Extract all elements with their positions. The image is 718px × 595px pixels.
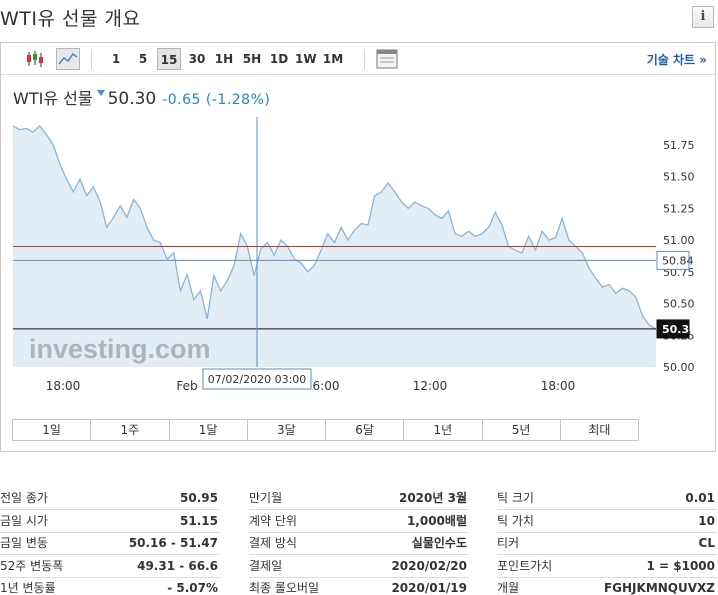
stat-row: 전일 종가 50.95 xyxy=(0,487,220,510)
stat-label: 최종 롤오버일 xyxy=(249,581,320,595)
stat-row: 금일 변동 50.16 - 51.47 xyxy=(0,532,220,556)
period-button-2[interactable]: 1달 xyxy=(169,420,248,440)
stat-label: 1년 변동률 xyxy=(0,581,56,595)
stat-label: 결제일 xyxy=(249,558,283,573)
stat-row: 1년 변동률 - 5.07% xyxy=(0,577,220,595)
stat-label: 전일 종가 xyxy=(0,491,48,505)
watermark-logo: investing.com xyxy=(29,334,211,364)
stat-value: 실물인수도 xyxy=(411,536,467,551)
stat-label: 52주 변동폭 xyxy=(0,558,64,573)
info-icon[interactable]: i xyxy=(692,6,714,28)
stat-row: 틱 크기 0.01 xyxy=(497,487,717,510)
stat-value: 2020/02/20 xyxy=(391,558,467,573)
stat-label: 틱 크기 xyxy=(497,491,534,505)
price-marker-label: 50.30 xyxy=(662,323,697,336)
stat-value: 2020년 3월 xyxy=(398,491,467,505)
stat-value: 2020/01/19 xyxy=(391,581,467,595)
stat-row: 결제일 2020/02/20 xyxy=(249,555,469,578)
x-tick-label: 12:00 xyxy=(413,379,448,393)
stat-row: 결제 방식 실물인수도 xyxy=(249,532,469,556)
stat-value: 1,000배럴 xyxy=(406,513,467,528)
stat-label: 틱 가치 xyxy=(497,513,534,528)
period-button-6[interactable]: 5년 xyxy=(482,420,561,440)
y-tick-label: 51.75 xyxy=(663,139,695,152)
stat-value: 50.95 xyxy=(180,491,218,505)
page-title: WTI유 선물 개요 xyxy=(0,8,141,30)
stat-value: 10 xyxy=(698,513,715,528)
stat-label: 티커 xyxy=(497,536,520,551)
stat-row: 만기월 2020년 3월 xyxy=(249,487,469,510)
stat-row: 틱 가치 10 xyxy=(497,510,717,533)
stat-value: CL xyxy=(698,536,715,551)
stat-row: 계약 단위 1,000배럴 xyxy=(249,510,469,533)
y-tick-label: 50.00 xyxy=(663,361,695,374)
period-button-7[interactable]: 최대 xyxy=(560,420,638,440)
stat-value: 51.15 xyxy=(180,513,218,528)
stat-row: 금일 시가 51.15 xyxy=(0,510,220,533)
stat-value: - 5.07% xyxy=(167,581,218,595)
stat-row: 개월 FGHJKMNQUVXZ xyxy=(497,577,717,595)
y-tick-label: 51.50 xyxy=(663,171,695,184)
stat-label: 포인트가치 xyxy=(497,558,553,573)
x-tick-label: 18:00 xyxy=(541,379,576,393)
stat-row: 포인트가치 1 = $1000 xyxy=(497,555,717,578)
period-button-3[interactable]: 3달 xyxy=(247,420,326,440)
x-tick-label: 18:00 xyxy=(46,379,81,393)
period-button-1[interactable]: 1주 xyxy=(91,420,170,440)
period-button-5[interactable]: 1년 xyxy=(404,420,483,440)
stat-label: 결제 방식 xyxy=(249,536,297,551)
period-button-4[interactable]: 6달 xyxy=(326,420,405,440)
chart-panel: 1 5 15 30 1H 5H 1D 1W 1M 기술 차트 » WTI유 선물 50.30 -0.… xyxy=(0,42,716,452)
stat-row: 티커 CL xyxy=(497,532,717,556)
crosshair-date-label: 07/02/2020 03:00 xyxy=(208,373,307,386)
y-tick-label: 50.50 xyxy=(663,298,695,311)
stat-label: 금일 변동 xyxy=(0,536,48,551)
period-selector: 1일 1주 1달 3달 6달 1년 5년 최대 xyxy=(12,419,639,441)
stat-value: 49.31 - 66.6 xyxy=(137,558,218,573)
stat-row: 52주 변동폭 49.31 - 66.6 xyxy=(0,555,220,578)
stat-value: 1 = $1000 xyxy=(646,558,715,573)
stat-label: 개월 xyxy=(497,581,520,595)
price-marker-label: 50.84 xyxy=(662,254,694,267)
stat-label: 계약 단위 xyxy=(249,513,297,528)
period-button-0[interactable]: 1일 xyxy=(13,420,92,440)
y-tick-label: 51.00 xyxy=(663,234,695,247)
x-tick-label: 6:00 xyxy=(313,379,340,393)
x-tick-label: Feb xyxy=(176,379,197,393)
stat-row: 최종 롤오버일 2020/01/19 xyxy=(249,577,469,595)
y-tick-label: 51.25 xyxy=(663,202,695,215)
stat-value: 0.01 xyxy=(685,491,715,505)
stat-label: 만기월 xyxy=(249,491,283,505)
stat-value: FGHJKMNQUVXZ xyxy=(603,581,715,595)
price-chart[interactable]: investing.com51.7551.5051.2551.0050.7550… xyxy=(1,43,715,413)
stat-value: 50.16 - 51.47 xyxy=(128,536,218,551)
stat-label: 금일 시가 xyxy=(0,513,48,528)
